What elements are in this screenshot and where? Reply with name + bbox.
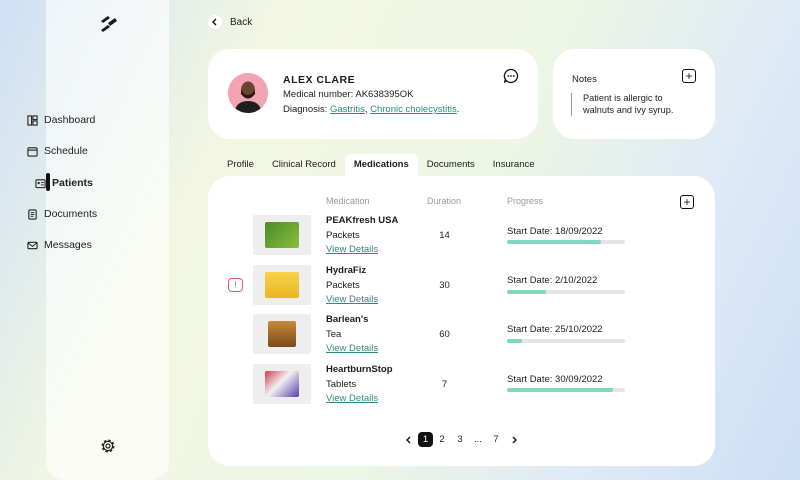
- id-card-icon: [35, 178, 46, 188]
- view-details-link[interactable]: View Details: [326, 244, 378, 255]
- sidebar-item-patients[interactable]: Patients: [35, 177, 93, 189]
- diagnosis-link-gastritis[interactable]: Gastritis: [330, 104, 365, 115]
- column-header-medication: Medication: [326, 196, 370, 206]
- start-date: Start Date: 18/09/2022: [507, 226, 603, 237]
- sidebar-item-dashboard[interactable]: Dashboard: [27, 114, 95, 126]
- dashboard-icon: [27, 114, 38, 126]
- start-date: Start Date: 2/10/2022: [507, 275, 598, 286]
- sidebar-item-label: Patients: [52, 177, 93, 189]
- patient-avatar: [228, 73, 268, 113]
- medication-duration: 60: [439, 329, 450, 340]
- start-date: Start Date: 30/09/2022: [507, 374, 603, 385]
- chevron-left-icon[interactable]: [400, 432, 418, 447]
- chevron-left-icon: [208, 15, 222, 29]
- back-label: Back: [230, 16, 253, 28]
- sidebar-item-label: Messages: [44, 239, 92, 251]
- medication-duration: 7: [441, 379, 448, 390]
- start-date: Start Date: 25/10/2022: [507, 324, 603, 335]
- medication-type: Packets: [326, 280, 360, 291]
- document-icon: [28, 208, 37, 220]
- sidebar-item-label: Dashboard: [44, 114, 96, 126]
- medication-name: PEAKfresh USA: [326, 215, 399, 226]
- notes-title: Notes: [572, 74, 597, 85]
- diagnosis-end: .: [456, 104, 460, 115]
- sidebar-item-documents[interactable]: Documents: [27, 208, 97, 220]
- medication-name: HydraFiz: [326, 265, 367, 276]
- tab-insurance[interactable]: Insurance: [484, 154, 544, 176]
- chat-icon[interactable]: [503, 68, 519, 84]
- page-1[interactable]: 1: [418, 432, 433, 447]
- product-box-peakfresh: [265, 222, 299, 248]
- patient-tabs: Profile Clinical Record Medications Docu…: [218, 154, 544, 176]
- tab-clinical-record[interactable]: Clinical Record: [263, 154, 345, 176]
- sidebar-item-messages[interactable]: Messages: [27, 239, 92, 251]
- product-box-barleans: [268, 321, 296, 347]
- plus-icon: +: [683, 195, 691, 209]
- page-ellipsis: ...: [474, 434, 482, 445]
- medical-number-label: Medical number:: [283, 89, 354, 100]
- diagnosis-separator: ,: [364, 104, 368, 115]
- progress-fill: [507, 290, 546, 294]
- note-text: Patient is allergic to walnuts and ivy s…: [571, 93, 691, 116]
- diagnosis-link-cholecystitis[interactable]: Chronic cholecystitis: [370, 104, 457, 115]
- sidebar-item-label: Schedule: [44, 145, 88, 157]
- pagination: 1 2 3 ... 7: [400, 432, 523, 447]
- tab-medications[interactable]: Medications: [344, 154, 418, 176]
- medication-image: [253, 265, 311, 305]
- patient-card: ALEX CLARE Medical number: AK638395OK Di…: [208, 49, 538, 139]
- diagnosis: Diagnosis: Gastritis, Chronic cholecysti…: [283, 104, 459, 115]
- medication-type: Packets: [326, 230, 360, 241]
- progress-fill: [507, 240, 602, 244]
- mail-icon: [27, 241, 38, 249]
- medication-duration: 30: [439, 280, 450, 291]
- plus-icon: +: [685, 69, 693, 83]
- progress-bar: [507, 388, 625, 392]
- progress-bar: [507, 339, 625, 343]
- patient-name: ALEX CLARE: [283, 74, 356, 86]
- column-header-progress: Progress: [507, 196, 544, 206]
- sidebar-item-label: Documents: [44, 208, 98, 220]
- notes-card: Notes + Patient is allergic to walnuts a…: [553, 49, 715, 139]
- back-button[interactable]: Back: [208, 15, 252, 29]
- view-details-link[interactable]: View Details: [326, 294, 378, 305]
- product-box-heartburnstop: [265, 371, 299, 397]
- medication-image: [253, 314, 311, 354]
- app-logo-icon[interactable]: [98, 13, 120, 35]
- progress-fill: [507, 388, 614, 392]
- tab-profile[interactable]: Profile: [218, 154, 263, 176]
- diagnosis-label: Diagnosis:: [283, 104, 328, 115]
- sidebar-item-schedule[interactable]: Schedule: [27, 145, 88, 157]
- add-note-button[interactable]: +: [682, 69, 696, 83]
- medical-number-value: AK638395OK: [355, 89, 414, 100]
- medication-type: Tea: [326, 329, 342, 340]
- settings-gear-icon[interactable]: [99, 437, 117, 455]
- column-header-duration: Duration: [427, 196, 462, 206]
- tab-documents[interactable]: Documents: [418, 154, 484, 176]
- add-medication-button[interactable]: +: [680, 195, 694, 209]
- view-details-link[interactable]: View Details: [326, 343, 378, 354]
- alert-icon[interactable]: !: [228, 278, 243, 292]
- alert-symbol: !: [234, 280, 237, 290]
- medical-number: Medical number: AK638395OK: [283, 89, 413, 100]
- chevron-right-icon[interactable]: [505, 432, 523, 447]
- medication-image: [253, 215, 311, 255]
- progress-bar: [507, 240, 625, 244]
- medication-duration: 14: [439, 230, 450, 241]
- medication-type: Tablets: [326, 379, 357, 390]
- medication-name: Barlean's: [326, 314, 369, 325]
- page-7[interactable]: 7: [487, 432, 505, 447]
- medication-image: [253, 364, 311, 404]
- page-2[interactable]: 2: [433, 432, 451, 447]
- progress-bar: [507, 290, 625, 294]
- calendar-icon: [27, 146, 38, 157]
- product-box-hydrafiz: [265, 272, 299, 298]
- view-details-link[interactable]: View Details: [326, 393, 378, 404]
- progress-fill: [507, 339, 523, 343]
- page-3[interactable]: 3: [451, 432, 469, 447]
- medication-name: HeartburnStop: [326, 364, 393, 375]
